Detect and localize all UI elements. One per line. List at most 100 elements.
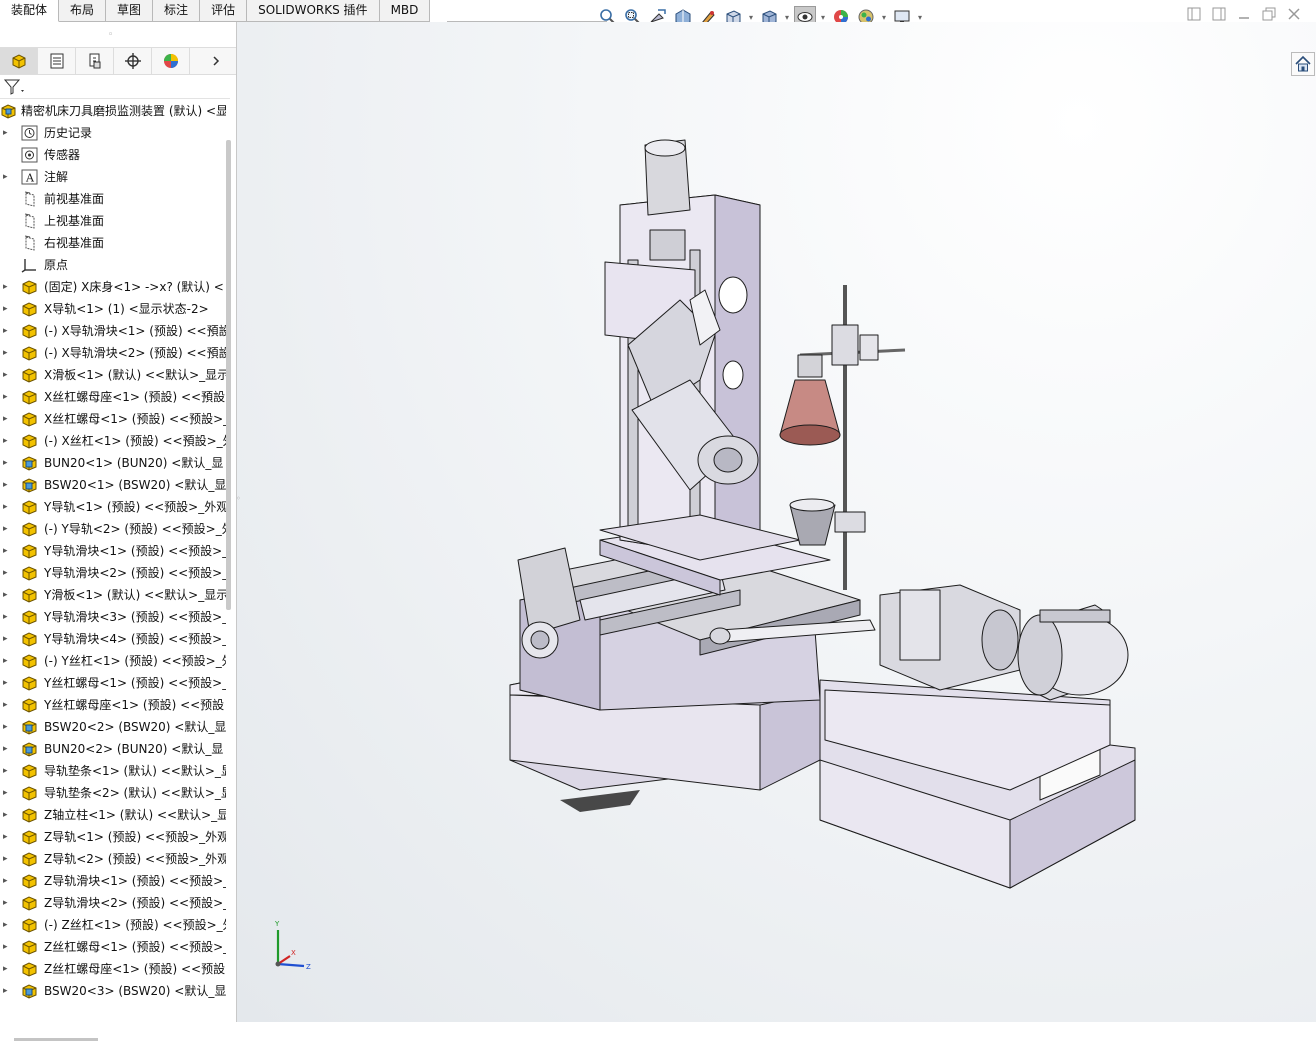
- minimize-icon[interactable]: [1236, 6, 1252, 22]
- expand-arrow-icon[interactable]: ▸: [3, 342, 12, 364]
- tree-item[interactable]: ▸ Z丝杠螺母<1> (预設) <<预設>_: [0, 936, 226, 958]
- tree-item[interactable]: ▸ A 注解: [0, 166, 226, 188]
- configuration-manager-tab[interactable]: [76, 48, 114, 74]
- expand-arrow-icon[interactable]: ▸: [3, 892, 12, 914]
- expand-arrow-icon[interactable]: ▸: [3, 320, 12, 342]
- tile-left-icon[interactable]: [1186, 6, 1202, 22]
- hide-show-dropdown-icon[interactable]: ▾: [819, 13, 827, 22]
- expand-arrow-icon[interactable]: ▸: [3, 584, 12, 606]
- tree-item[interactable]: 上视基准面: [0, 210, 226, 232]
- graphics-area[interactable]: Y Z X: [237, 22, 1316, 1022]
- tree-item[interactable]: ▸ Y导轨滑块<4> (预設) <<预設>_: [0, 628, 226, 650]
- tree-item[interactable]: ▸ X丝杠螺母座<1> (预設) <<預設: [0, 386, 226, 408]
- property-manager-tab[interactable]: [38, 48, 76, 74]
- tree-item[interactable]: ▸ Y导轨滑块<2> (预設) <<预設>_: [0, 562, 226, 584]
- tree-item[interactable]: 传感器: [0, 144, 226, 166]
- tree-item[interactable]: ▸ Y导轨<1> (预設) <<预設>_外观: [0, 496, 226, 518]
- restore-icon[interactable]: [1261, 6, 1277, 22]
- expand-arrow-icon[interactable]: ▸: [3, 936, 12, 958]
- tree-item[interactable]: ▸ (固定) X床身<1> ->x? (默认) <: [0, 276, 226, 298]
- tree-item[interactable]: ▸ BSW20<1> (BSW20) <默认_显: [0, 474, 226, 496]
- expand-arrow-icon[interactable]: ▸: [3, 430, 12, 452]
- expand-arrow-icon[interactable]: ▸: [3, 782, 12, 804]
- tree-item[interactable]: ▸ (-) X导轨滑块<2> (预設) <<預設: [0, 342, 226, 364]
- expand-arrow-icon[interactable]: ▸: [3, 122, 12, 144]
- expand-arrow-icon[interactable]: ▸: [3, 474, 12, 496]
- display-style-dropdown-icon[interactable]: ▾: [783, 13, 791, 22]
- tree-item[interactable]: ▸ X丝杠螺母<1> (预設) <<预設>_: [0, 408, 226, 430]
- tree-item[interactable]: ▸ BSW20<2> (BSW20) <默认_显: [0, 716, 226, 738]
- tree-item[interactable]: ▸ (-) X导轨滑块<1> (预設) <<預設: [0, 320, 226, 342]
- display-manager-tab[interactable]: [152, 48, 190, 74]
- expand-arrow-icon[interactable]: ▸: [3, 562, 12, 584]
- tree-item[interactable]: ▸ Z导轨滑块<1> (预設) <<预設>_: [0, 870, 226, 892]
- expand-arrow-icon[interactable]: ▸: [3, 716, 12, 738]
- expand-arrow-icon[interactable]: ▸: [3, 672, 12, 694]
- expand-arrow-icon[interactable]: ▸: [3, 760, 12, 782]
- expand-arrow-icon[interactable]: ▸: [3, 518, 12, 540]
- expand-arrow-icon[interactable]: ▸: [3, 804, 12, 826]
- tab-solidworks-addins[interactable]: SOLIDWORKS 插件: [247, 0, 380, 22]
- tab-sketch[interactable]: 草图: [106, 0, 154, 22]
- tree-item[interactable]: ▸ (-) Y丝杠<1> (预設) <<预設>_外: [0, 650, 226, 672]
- tree-item[interactable]: ▸ Z丝杠螺母座<1> (预設) <<预設: [0, 958, 226, 980]
- tab-evaluate[interactable]: 评估: [200, 0, 248, 22]
- tree-root-assembly[interactable]: 精密机床刀具磨损监测装置 (默认) <显: [0, 100, 226, 122]
- tree-item[interactable]: ▸ BUN20<1> (BUN20) <默认_显: [0, 452, 226, 474]
- tree-item[interactable]: ▸ X导轨<1> (1) <显示状态-2>: [0, 298, 226, 320]
- feature-manager-tab[interactable]: [0, 48, 38, 74]
- filter-icon[interactable]: [3, 78, 27, 96]
- view-orientation-dropdown-icon[interactable]: ▾: [747, 13, 755, 22]
- tree-item[interactable]: ▸ Y导轨滑块<1> (预設) <<预設>_: [0, 540, 226, 562]
- expand-arrow-icon[interactable]: ▸: [3, 738, 12, 760]
- tree-item[interactable]: ▸ Y丝杠螺母座<1> (预設) <<预設: [0, 694, 226, 716]
- tree-item[interactable]: ▸ 导轨垫条<2> (默认) <<默认>_显: [0, 782, 226, 804]
- tree-item[interactable]: ▸ (-) Y导轨<2> (预設) <<预設>_外: [0, 518, 226, 540]
- tree-item[interactable]: ▸ Z导轨<2> (预設) <<预設>_外观: [0, 848, 226, 870]
- tree-item[interactable]: ▸ BUN20<2> (BUN20) <默认_显: [0, 738, 226, 760]
- tree-item[interactable]: ▸ Z轴立柱<1> (默认) <<默认>_显: [0, 804, 226, 826]
- standard-views-home-button[interactable]: [1291, 52, 1315, 76]
- apply-scene-dropdown-icon[interactable]: ▾: [880, 13, 888, 22]
- more-tabs-button[interactable]: [196, 48, 236, 74]
- expand-arrow-icon[interactable]: ▸: [3, 628, 12, 650]
- tree-item[interactable]: ▸ BSW20<3> (BSW20) <默认_显: [0, 980, 226, 1002]
- expand-arrow-icon[interactable]: ▸: [3, 540, 12, 562]
- tree-item[interactable]: ▸ 历史记录: [0, 122, 226, 144]
- expand-arrow-icon[interactable]: ▸: [3, 650, 12, 672]
- expand-arrow-icon[interactable]: ▸: [3, 408, 12, 430]
- expand-arrow-icon[interactable]: ▸: [3, 298, 12, 320]
- tab-layout[interactable]: 布局: [59, 0, 107, 22]
- expand-arrow-icon[interactable]: ▸: [3, 914, 12, 936]
- tree-item[interactable]: ▸ Y丝杠螺母<1> (预設) <<预設>_: [0, 672, 226, 694]
- expand-arrow-icon[interactable]: ▸: [3, 496, 12, 518]
- expand-arrow-icon[interactable]: ▸: [3, 276, 12, 298]
- tab-markup[interactable]: 标注: [153, 0, 201, 22]
- expand-arrow-icon[interactable]: ▸: [3, 870, 12, 892]
- expand-arrow-icon[interactable]: ▸: [3, 606, 12, 628]
- tree-scrollbar[interactable]: [226, 140, 231, 610]
- tree-item[interactable]: ▸ Y导轨滑块<3> (预設) <<预設>_: [0, 606, 226, 628]
- expand-arrow-icon[interactable]: ▸: [3, 364, 12, 386]
- expand-arrow-icon[interactable]: ▸: [3, 848, 12, 870]
- tree-item[interactable]: 原点: [0, 254, 226, 276]
- tree-item[interactable]: ▸ 导轨垫条<1> (默认) <<默认>_显: [0, 760, 226, 782]
- tile-right-icon[interactable]: [1211, 6, 1227, 22]
- expand-arrow-icon[interactable]: ▸: [3, 958, 12, 980]
- expand-arrow-icon[interactable]: ▸: [3, 694, 12, 716]
- tree-item[interactable]: 前视基准面: [0, 188, 226, 210]
- close-icon[interactable]: [1286, 6, 1302, 22]
- tree-item[interactable]: ▸ X滑板<1> (默认) <<默认>_显示: [0, 364, 226, 386]
- tree-item[interactable]: ▸ Y滑板<1> (默认) <<默认>_显示: [0, 584, 226, 606]
- tab-mbd[interactable]: MBD: [379, 0, 431, 22]
- expand-arrow-icon[interactable]: ▸: [3, 452, 12, 474]
- panel-splitter-handle[interactable]: ◦: [236, 494, 242, 520]
- expand-arrow-icon[interactable]: ▸: [3, 826, 12, 848]
- expand-arrow-icon[interactable]: ▸: [3, 980, 12, 1002]
- assembly-model[interactable]: [237, 22, 1316, 1022]
- panel-grip-icon[interactable]: ◦: [108, 30, 116, 40]
- view-settings-dropdown-icon[interactable]: ▾: [916, 13, 924, 22]
- expand-arrow-icon[interactable]: ▸: [3, 386, 12, 408]
- tree-item[interactable]: ▸ Z导轨<1> (预設) <<预設>_外观: [0, 826, 226, 848]
- tree-item[interactable]: ▸ Z导轨滑块<2> (预設) <<预設>_: [0, 892, 226, 914]
